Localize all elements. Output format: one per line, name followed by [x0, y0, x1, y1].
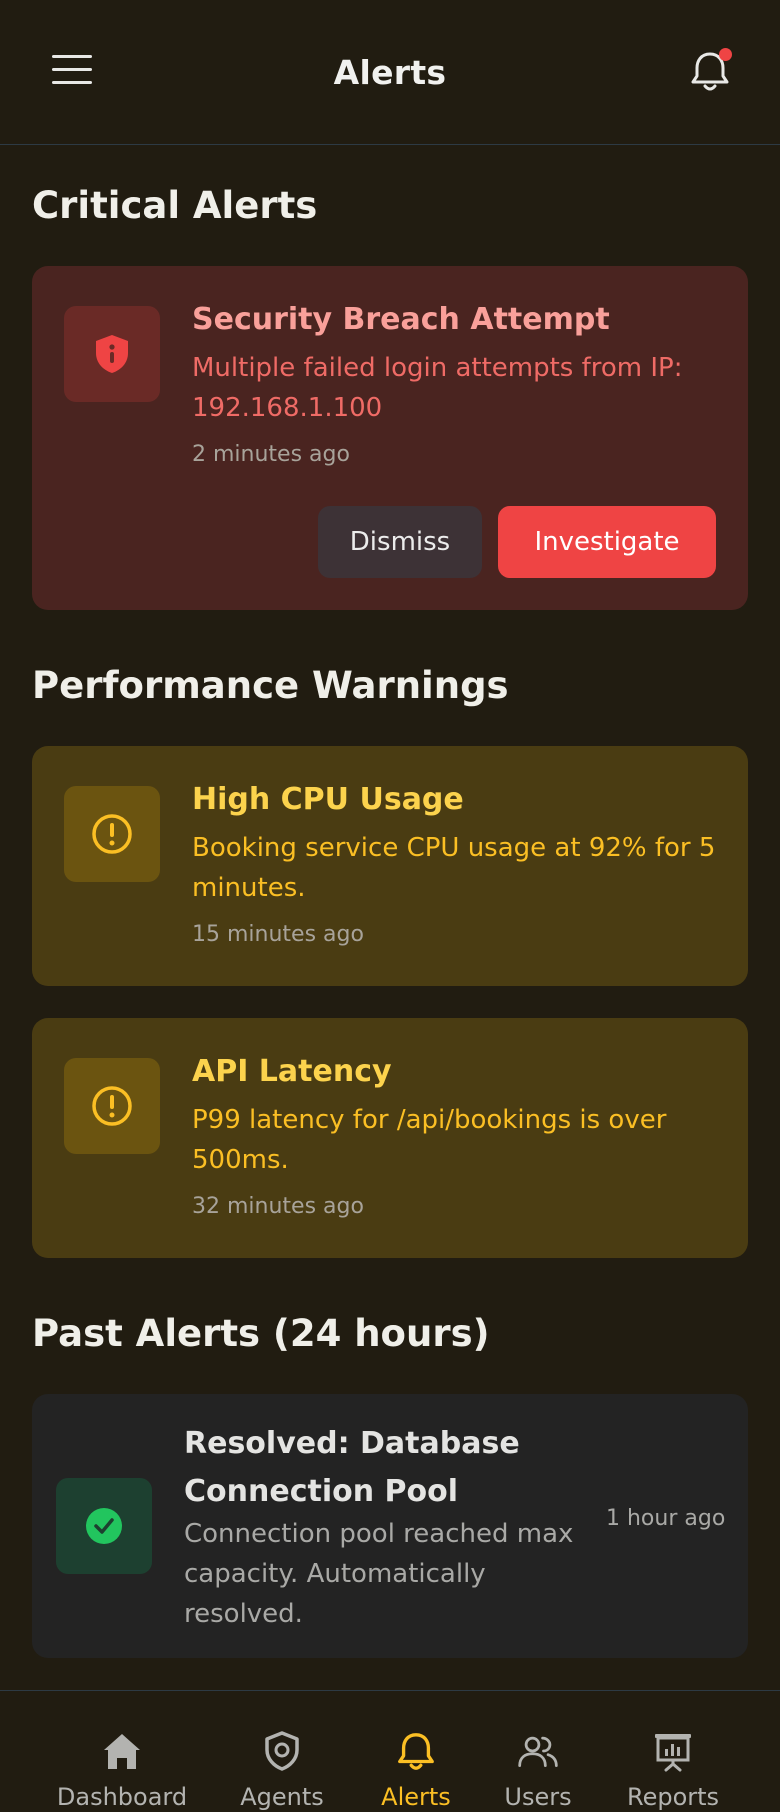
- menu-button[interactable]: [52, 55, 92, 91]
- warning-card[interactable]: API Latency P99 latency for /api/booking…: [32, 1018, 748, 1258]
- warning-title: High CPU Usage: [192, 782, 464, 817]
- nav-label: Reports: [626, 1783, 720, 1811]
- critical-alerts-heading: Critical Alerts: [32, 184, 318, 227]
- nav-label: Alerts: [381, 1783, 451, 1811]
- warning-icon-box: [64, 786, 160, 882]
- hamburger-menu-icon: [52, 55, 92, 84]
- past-alert-title: Resolved: Database Connection Pool: [184, 1426, 520, 1509]
- app-header: Alerts: [0, 0, 780, 145]
- investigate-button[interactable]: Investigate: [498, 506, 716, 578]
- warning-icon-box: [64, 1058, 160, 1154]
- nav-item-users[interactable]: Users: [488, 1691, 588, 1812]
- nav-item-dashboard[interactable]: Dashboard: [52, 1691, 192, 1812]
- nav-item-reports[interactable]: Reports: [616, 1691, 730, 1812]
- resolved-icon-box: [56, 1478, 152, 1574]
- warning-timestamp: 15 minutes ago: [192, 922, 364, 947]
- dismiss-button[interactable]: Dismiss: [318, 506, 482, 578]
- exclamation-circle-icon: [92, 1086, 132, 1126]
- shield-icon: [265, 1731, 299, 1771]
- presentation-chart-icon: [655, 1734, 691, 1772]
- past-alert-card[interactable]: Resolved: Database Connection Pool Conne…: [32, 1394, 748, 1658]
- performance-warnings-heading: Performance Warnings: [32, 664, 509, 707]
- nav-item-agents[interactable]: Agents: [232, 1691, 332, 1812]
- page-title: Alerts: [333, 52, 447, 92]
- alert-description: Multiple failed login attempts from IP: …: [192, 353, 683, 423]
- past-alert-description: Connection pool reached max capacity. Au…: [184, 1519, 574, 1629]
- unread-indicator-dot: [719, 48, 732, 61]
- nav-item-alerts[interactable]: Alerts: [366, 1691, 466, 1812]
- nav-label: Users: [504, 1783, 572, 1811]
- shield-alert-icon: [96, 335, 128, 373]
- alert-timestamp: 2 minutes ago: [192, 442, 350, 467]
- exclamation-circle-icon: [92, 814, 132, 854]
- users-icon: [518, 1736, 558, 1768]
- nav-label: Dashboard: [56, 1783, 188, 1811]
- notifications-button[interactable]: [688, 48, 732, 94]
- warning-title: API Latency: [192, 1054, 392, 1089]
- alert-title: Security Breach Attempt: [192, 302, 610, 337]
- critical-alert-icon-box: [64, 306, 160, 402]
- bell-icon: [398, 1733, 434, 1770]
- past-alerts-heading: Past Alerts (24 hours): [32, 1312, 490, 1355]
- warning-card[interactable]: High CPU Usage Booking service CPU usage…: [32, 746, 748, 986]
- nav-label: Agents: [240, 1783, 324, 1811]
- bottom-navigation: Dashboard Agents Alerts Users Reports: [0, 1690, 780, 1812]
- past-alert-timestamp: 1 hour ago: [606, 1506, 726, 1531]
- warning-description: Booking service CPU usage at 92% for 5 m…: [192, 833, 716, 903]
- warning-timestamp: 32 minutes ago: [192, 1194, 364, 1219]
- check-circle-icon: [86, 1508, 122, 1544]
- warning-description: P99 latency for /api/bookings is over 50…: [192, 1105, 667, 1175]
- critical-alert-card: Security Breach Attempt Multiple failed …: [32, 266, 748, 610]
- home-icon: [104, 1734, 140, 1769]
